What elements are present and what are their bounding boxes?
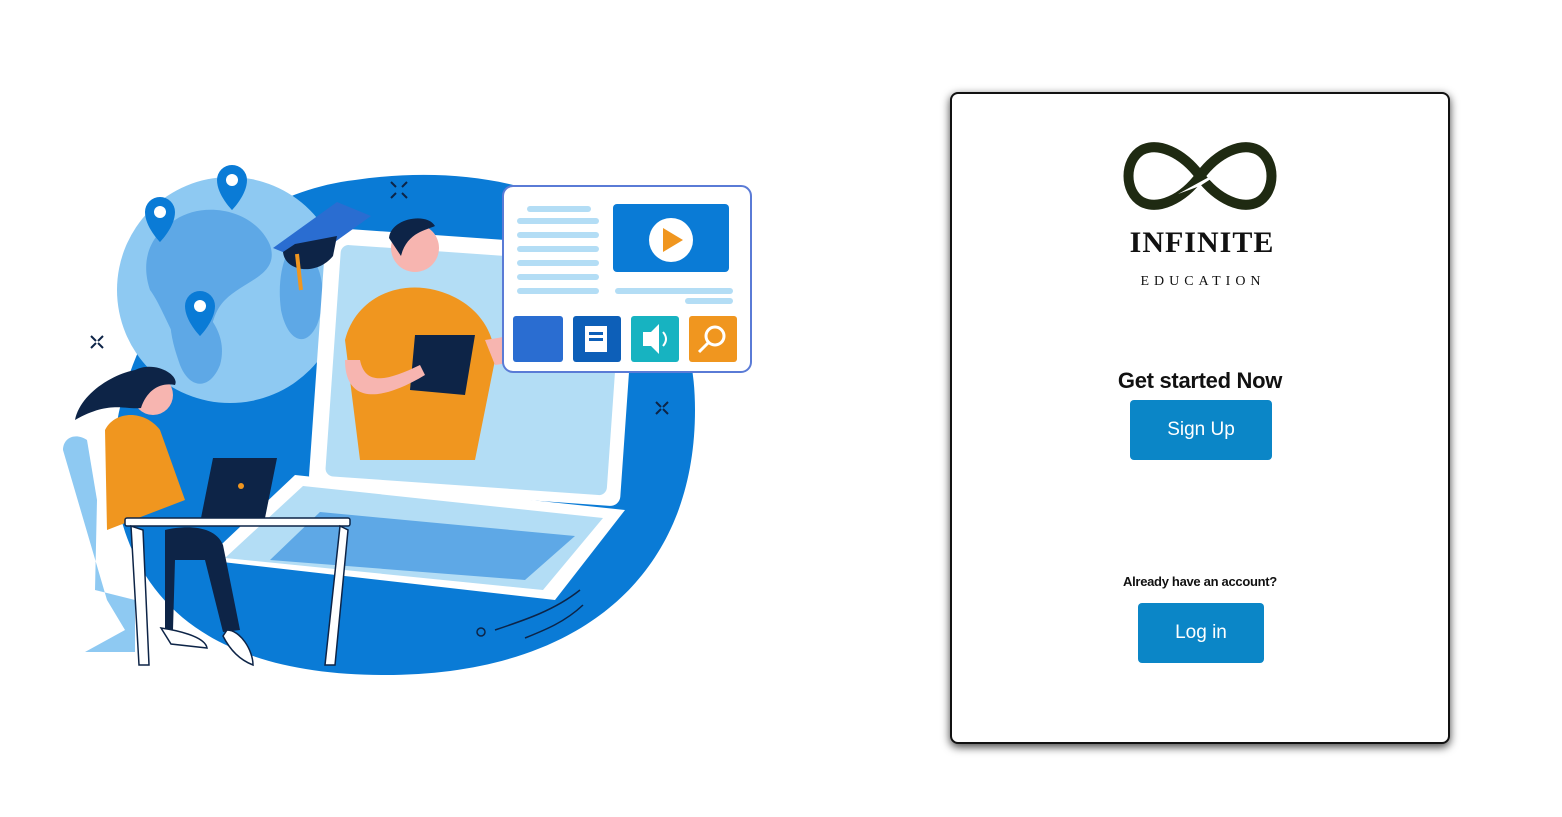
brand-tagline: EDUCATION [1140,274,1266,289]
content-panel [502,185,752,373]
brand-name: INFINITE [1129,226,1275,259]
sign-up-button[interactable]: Sign Up [1130,400,1272,460]
log-in-button[interactable]: Log in [1138,603,1264,663]
infinity-logo-icon [1123,142,1277,210]
online-education-illustration [63,165,752,675]
brand-logo: INFINITE EDUCATION [952,138,1448,289]
play-icon [649,218,693,262]
document-icon [573,316,621,362]
login-prompt: Already have an account? [1123,574,1277,589]
speaker-icon [631,316,679,362]
landing-page: INFINITE EDUCATION Get started Now Sign … [0,0,1562,817]
search-icon [689,316,737,362]
auth-card: INFINITE EDUCATION Get started Now Sign … [950,92,1450,744]
get-started-heading: Get started Now [1117,368,1283,393]
